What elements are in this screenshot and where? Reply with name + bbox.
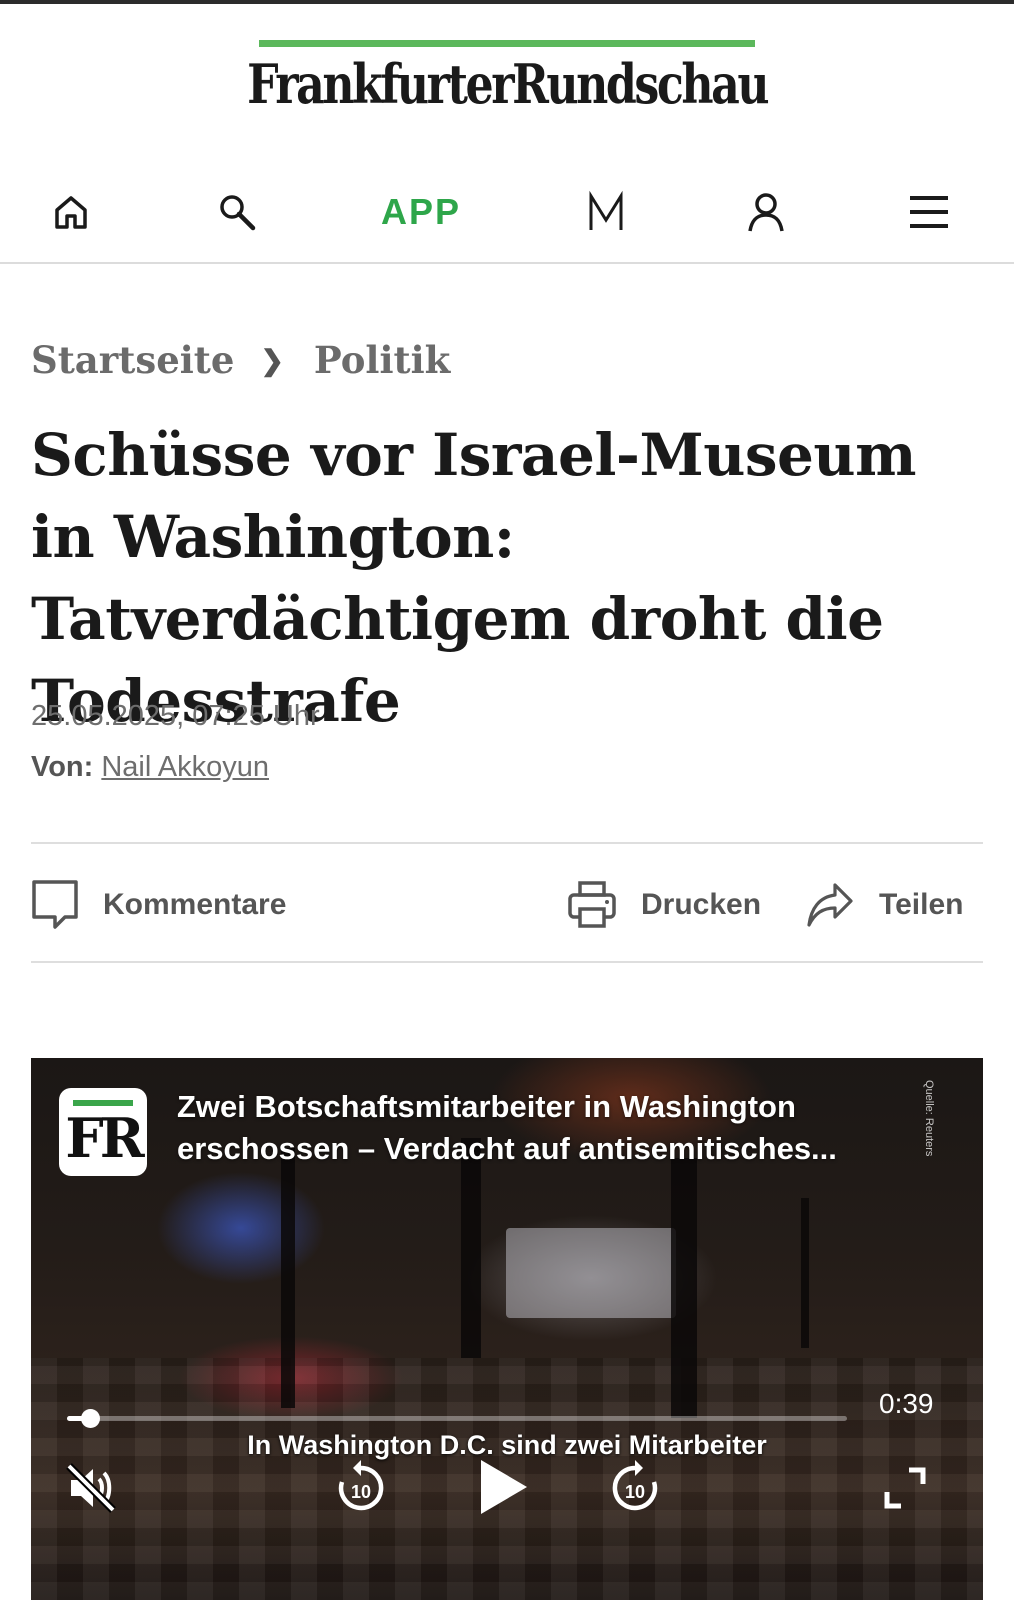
play-button[interactable] (477, 1456, 531, 1523)
comment-icon (32, 880, 78, 929)
merkliste-button[interactable] (584, 184, 628, 240)
video-background-pole (671, 1158, 697, 1418)
video-title-line1: Zwei Botschaftsmitarbeiter in Washington (177, 1089, 796, 1124)
video-player[interactable]: FR Zwei Botschaftsmitarbeiter in Washing… (31, 1058, 983, 1600)
account-button[interactable] (744, 184, 788, 240)
site-logo[interactable]: FrankfurterRundschau (247, 57, 769, 111)
article-author: Von: Nail Akkoyun (31, 751, 269, 784)
top-border (0, 0, 1014, 4)
video-background-pole (461, 1138, 481, 1358)
video-title: Zwei Botschaftsmitarbeiter in Washington… (177, 1086, 917, 1170)
printer-icon (568, 881, 616, 928)
breadcrumb: Startseite ❯ Politik (31, 338, 450, 382)
mute-button[interactable] (63, 1460, 119, 1521)
fullscreen-icon (884, 1467, 926, 1509)
divider (31, 961, 983, 963)
home-button[interactable] (48, 184, 94, 240)
home-icon (55, 196, 87, 229)
comments-label: Kommentare (103, 888, 287, 921)
fullscreen-button[interactable] (883, 1466, 927, 1515)
print-button[interactable]: Drucken (567, 870, 761, 940)
forward-seconds: 10 (625, 1482, 645, 1502)
app-label: APP (380, 191, 462, 232)
article-actions: Kommentare Drucken Teilen (31, 870, 983, 940)
m-icon (589, 190, 623, 230)
author-label: Von: (31, 751, 94, 783)
rewind-seconds: 10 (351, 1482, 371, 1502)
hamburger-icon (910, 196, 948, 228)
video-source: Quelle: Reuters (923, 1080, 935, 1157)
breadcrumb-section[interactable]: Politik (314, 338, 450, 382)
divider (31, 842, 983, 844)
breadcrumb-home[interactable]: Startseite (31, 338, 234, 382)
logo-accent-bar (259, 40, 755, 47)
masthead[interactable]: FrankfurterRundschau (0, 40, 1014, 111)
article-date: 25.05.2025, 07:25 Uhr (31, 700, 320, 732)
share-button[interactable]: Teilen (805, 870, 963, 940)
menu-button[interactable] (906, 184, 952, 240)
play-icon (481, 1460, 527, 1514)
user-icon (748, 193, 784, 232)
video-background-pole (801, 1198, 809, 1348)
chevron-right-icon: ❯ (260, 343, 284, 377)
print-label: Drucken (641, 888, 762, 921)
forward-icon: 10 (612, 1460, 658, 1511)
fr-badge: FR (59, 1088, 147, 1176)
video-duration: 0:39 (879, 1388, 934, 1419)
volume-muted-icon (66, 1463, 116, 1513)
video-background-pole (281, 1148, 295, 1408)
video-title-line2: erschossen – Verdacht auf antisemitische… (177, 1131, 837, 1166)
author-link[interactable]: Nail Akkoyun (101, 751, 269, 783)
comments-button[interactable]: Kommentare (31, 870, 286, 940)
rewind-10-button[interactable]: 10 (331, 1458, 391, 1523)
search-button[interactable] (214, 184, 260, 240)
article-headline: Schüsse vor Israel-Museum in Washington:… (31, 421, 916, 735)
rewind-icon: 10 (338, 1460, 384, 1511)
fr-badge-text: FR (65, 1106, 144, 1170)
main-navbar: APP (0, 160, 1014, 264)
share-icon (807, 883, 853, 927)
video-progress-bar[interactable] (67, 1409, 847, 1428)
share-label: Teilen (879, 888, 964, 921)
app-link[interactable]: APP (376, 184, 466, 240)
forward-10-button[interactable]: 10 (605, 1458, 665, 1523)
video-background-truck (506, 1228, 676, 1318)
search-icon (220, 195, 256, 231)
